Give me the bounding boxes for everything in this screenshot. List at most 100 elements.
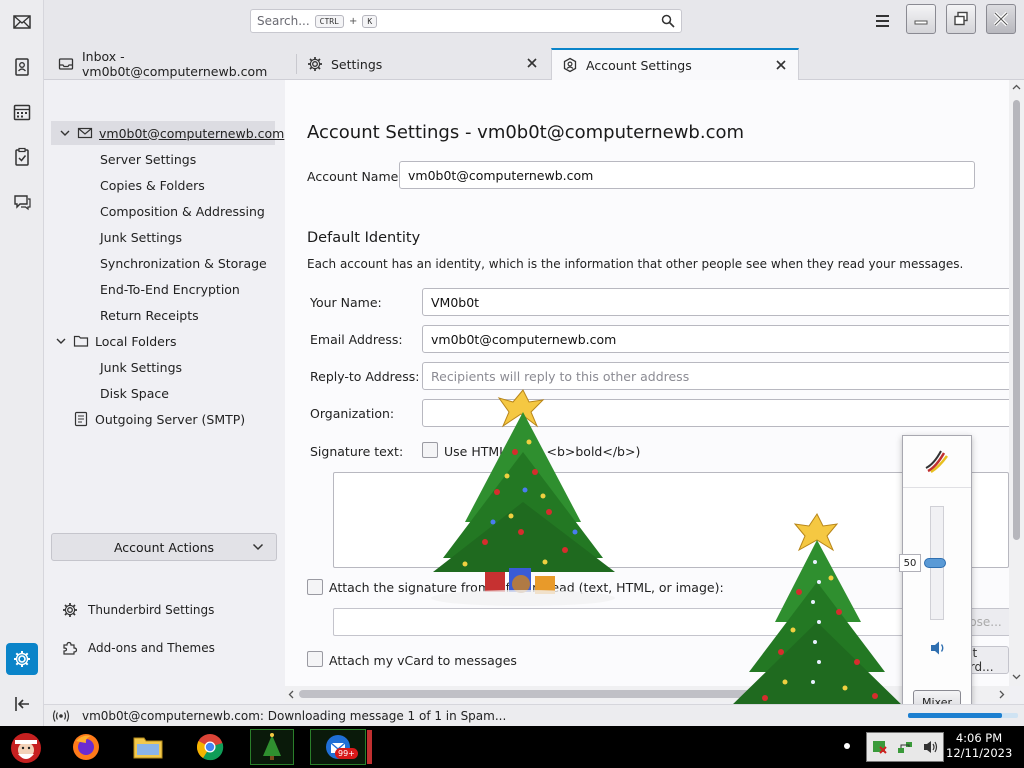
scroll-right-icon[interactable] [999, 690, 1005, 699]
taskbar-firefox[interactable] [64, 729, 108, 765]
tree-item-e2e-encryption[interactable]: End-To-End Encryption [100, 277, 240, 301]
spaces-toolbar [0, 0, 44, 726]
tree-item-label: Disk Space [100, 385, 169, 401]
tree-item-local-junk-settings[interactable]: Junk Settings [100, 355, 182, 379]
tree-item-composition[interactable]: Composition & Addressing [100, 199, 265, 223]
mail-account-icon [77, 125, 93, 141]
restore-button[interactable] [946, 4, 976, 34]
address-book-icon[interactable] [6, 51, 38, 83]
shortcut-plus: + [348, 15, 358, 27]
volume-flyout: 50 Mixer [899, 435, 972, 719]
clock-time: 4:06 PM [955, 731, 1003, 745]
tree-item-server-settings[interactable]: Server Settings [100, 147, 196, 171]
tab-label: Inbox - vm0b0t@computernewb.com [82, 49, 268, 79]
network-warning-icon[interactable] [872, 739, 888, 755]
close-window-button[interactable] [986, 4, 1016, 34]
christmas-tree-decoration [431, 389, 615, 606]
chevron-down-icon[interactable] [59, 127, 71, 139]
audio-device-icon[interactable] [903, 436, 971, 488]
account-actions-label: Account Actions [113, 539, 215, 555]
volume-value: 50 [899, 554, 921, 572]
tree-item-label: Local Folders [95, 333, 177, 349]
start-button[interactable] [4, 729, 48, 765]
taskbar-overflow-marker [367, 730, 372, 764]
tree-item-junk-settings[interactable]: Junk Settings [100, 225, 182, 249]
attach-vcard-checkbox[interactable] [307, 651, 323, 667]
close-tab-icon[interactable] [774, 58, 788, 72]
addons-themes-link[interactable]: Add-ons and Themes [61, 639, 215, 657]
tab-settings[interactable]: Settings [297, 48, 549, 80]
reply-to-label: Reply-to Address: [310, 369, 420, 384]
email-value: vm0b0t@computernewb.com [431, 331, 617, 347]
taskbar-file-explorer[interactable] [126, 729, 170, 765]
tree-item-account[interactable]: vm0b0t@computernewb.com [51, 121, 284, 145]
puzzle-icon [61, 639, 79, 657]
title-bar: Search... CTRL + K [44, 0, 1024, 44]
taskbar: 99+ 4:06 PM 12/11/2023 [0, 726, 1024, 768]
volume-tray-icon[interactable] [922, 739, 938, 755]
signature-label: Signature text: [310, 444, 404, 459]
taskbar-chrome[interactable] [188, 729, 232, 765]
scrollbar-thumb[interactable] [1013, 100, 1020, 540]
account-name-value: vm0b0t@computernewb.com [408, 167, 594, 183]
thunderbird-settings-link[interactable]: Thunderbird Settings [61, 601, 214, 619]
gear-icon [61, 601, 79, 619]
search-icon[interactable] [661, 14, 675, 28]
calendar-icon[interactable] [6, 96, 38, 128]
tree-item-copies-folders[interactable]: Copies & Folders [100, 173, 205, 197]
mail-icon[interactable] [6, 6, 38, 38]
inbox-icon [58, 56, 74, 72]
chevron-down-icon[interactable] [55, 335, 67, 347]
tree-item-return-receipts[interactable]: Return Receipts [100, 303, 199, 327]
tree-item-smtp[interactable]: Outgoing Server (SMTP) [73, 407, 245, 431]
tab-label: Settings [331, 56, 383, 72]
tree-item-local-folders[interactable]: Local Folders [55, 329, 177, 353]
scroll-left-icon[interactable] [288, 690, 294, 699]
tree-item-label: vm0b0t@computernewb.com [99, 125, 285, 141]
speaker-icon[interactable] [929, 640, 947, 656]
santa-start-icon [11, 733, 41, 763]
identity-description: Each account has an identity, which is t… [307, 257, 964, 271]
tasks-icon[interactable] [6, 141, 38, 173]
tree-item-label: Junk Settings [100, 229, 183, 245]
scroll-down-icon[interactable] [1012, 674, 1021, 680]
online-status-icon[interactable] [52, 709, 70, 723]
tree-item-label: End-To-End Encryption [100, 281, 240, 297]
search-input[interactable]: Search... CTRL + K [250, 9, 682, 33]
tree-item-disk-space[interactable]: Disk Space [100, 381, 169, 405]
vertical-scrollbar[interactable] [1009, 80, 1024, 686]
tab-inbox[interactable]: Inbox - vm0b0t@computernewb.com [48, 48, 293, 80]
tree-item-label: Copies & Folders [100, 177, 205, 193]
volume-slider-thumb[interactable]: 50 [899, 554, 946, 572]
download-progress-bar [908, 713, 1018, 718]
gear-icon[interactable] [6, 643, 38, 675]
account-actions-button[interactable]: Account Actions [51, 533, 277, 561]
your-name-field[interactable]: VM0b0t [422, 288, 1009, 316]
page-title: Account Settings - vm0b0t@computernewb.c… [307, 122, 745, 143]
folder-icon [133, 737, 163, 759]
chat-icon[interactable] [6, 186, 38, 218]
account-name-label: Account Name: [307, 169, 403, 184]
status-bar: vm0b0t@computernewb.com: Downloading mes… [44, 704, 1024, 726]
taskbar-thunderbird[interactable]: 99+ [310, 729, 366, 765]
close-tab-icon[interactable] [525, 56, 539, 70]
account-settings-icon [562, 57, 578, 73]
tab-bar: Inbox - vm0b0t@computernewb.com Settings… [44, 44, 1024, 80]
tree-item-sync-storage[interactable]: Synchronization & Storage [100, 251, 267, 275]
app-menu-button[interactable] [870, 10, 894, 32]
your-name-value: VM0b0t [431, 294, 480, 310]
network-icon[interactable] [897, 739, 913, 755]
collapse-icon[interactable] [6, 688, 38, 720]
minimize-button[interactable] [906, 4, 936, 34]
account-name-field[interactable]: vm0b0t@computernewb.com [399, 161, 975, 189]
tab-account-settings[interactable]: Account Settings [551, 48, 799, 80]
your-name-label: Your Name: [310, 295, 382, 310]
taskbar-clock[interactable]: 4:06 PM 12/11/2023 [946, 731, 1012, 761]
firefox-icon [73, 734, 99, 760]
attach-signature-checkbox[interactable] [307, 579, 323, 595]
taskbar-xmas-tree-app[interactable] [250, 729, 294, 765]
scroll-up-icon[interactable] [1012, 84, 1021, 90]
notification-dot [844, 743, 850, 749]
tree-item-label: Junk Settings [100, 359, 183, 375]
email-field[interactable]: vm0b0t@computernewb.com [422, 325, 1009, 353]
